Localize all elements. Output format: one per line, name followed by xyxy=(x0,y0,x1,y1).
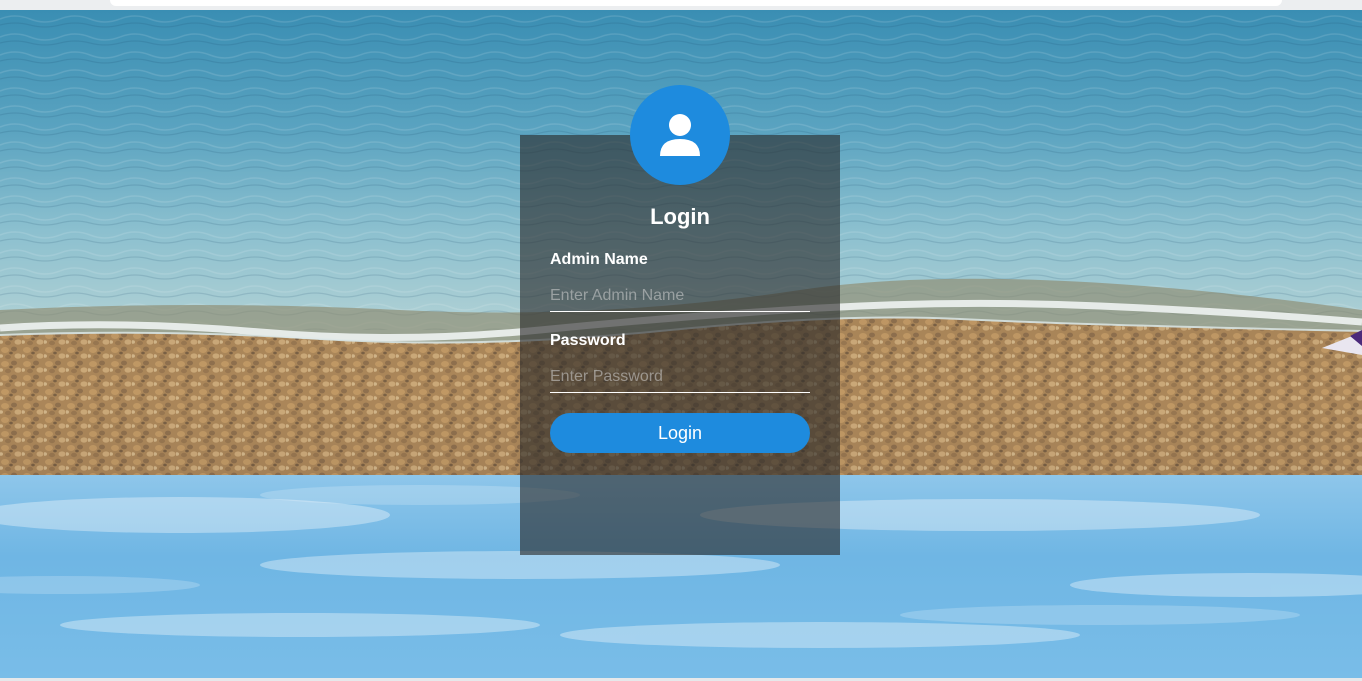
top-strip-bar xyxy=(110,0,1282,6)
login-page: Login Admin Name Password Login xyxy=(0,0,1362,681)
admin-name-label: Admin Name xyxy=(550,251,648,268)
password-input[interactable] xyxy=(550,361,810,393)
login-button[interactable]: Login xyxy=(550,413,810,453)
user-icon xyxy=(660,114,700,156)
password-label: Password xyxy=(550,332,626,349)
admin-name-input[interactable] xyxy=(550,280,810,312)
top-browser-strip xyxy=(0,0,1362,10)
login-title: Login xyxy=(650,204,710,229)
avatar xyxy=(630,85,730,185)
